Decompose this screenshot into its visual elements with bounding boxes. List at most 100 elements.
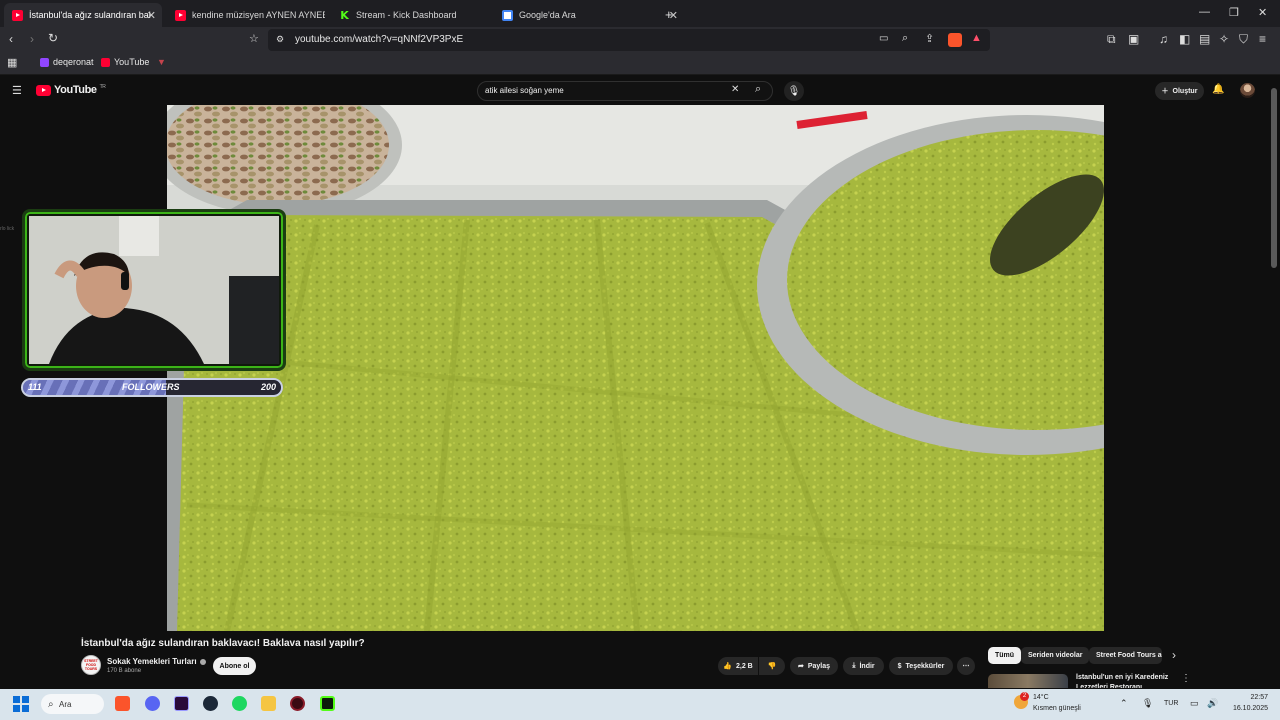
brave-rewards-icon[interactable]: ▲	[971, 32, 982, 44]
chip-all[interactable]: Tümü	[988, 647, 1022, 664]
bookmark-icon[interactable]: ☆	[249, 32, 259, 45]
discord-icon[interactable]	[145, 696, 160, 711]
share-button[interactable]: ➦ Paylaş	[790, 657, 838, 675]
bookmark-label: deqeronat	[53, 57, 94, 67]
tab-google-search[interactable]: Google'da Ara ✕	[494, 3, 684, 27]
followers-label: FOLLOWERS	[122, 382, 180, 392]
windows-start-icon[interactable]	[13, 696, 29, 712]
menu-icon[interactable]: ≡	[1259, 32, 1266, 46]
weather-description[interactable]: Kısmen güneşli	[1033, 705, 1081, 712]
new-tab-button[interactable]: +	[665, 7, 673, 22]
brave-shields-icon[interactable]	[948, 33, 962, 47]
followers-goal-bar: 111 FOLLOWERS 200	[21, 378, 283, 397]
chip-series[interactable]: Seriden videolar	[1021, 647, 1090, 664]
download-icon: ⤓	[852, 662, 856, 669]
channel-avatar[interactable]: STREET FOOD TOURS	[81, 655, 101, 675]
thumbs-down-icon: 👎	[767, 663, 777, 670]
forward-icon[interactable]: ›	[30, 32, 34, 46]
channel-name[interactable]: Sokak Yemekleri Turları	[107, 657, 206, 666]
verified-icon	[199, 658, 206, 665]
obs-icon[interactable]	[290, 696, 305, 711]
logo-region: TR	[99, 84, 106, 90]
volume-icon[interactable]: 🔊	[1207, 698, 1218, 709]
extensions-icon[interactable]: ⧉	[1107, 32, 1116, 47]
display-icon[interactable]: ▭	[1190, 698, 1199, 709]
recommendation-title[interactable]: İstanbul'un en iyi Karedeniz Lezzetleri …	[1076, 673, 1176, 688]
followers-current: 111	[28, 382, 42, 392]
tab-kick-dashboard[interactable]: K Stream - Kick Dashboard	[331, 3, 491, 27]
search-icon[interactable]: ⌕	[755, 83, 761, 96]
like-button[interactable]: 👍 2,2 B	[718, 657, 758, 675]
brave-icon[interactable]	[115, 696, 130, 711]
recommendation-thumbnail[interactable]	[988, 674, 1068, 688]
search-input[interactable]: atik ailesi soğan yeme	[485, 86, 564, 95]
share-icon[interactable]: ⇪	[925, 32, 934, 45]
apps-grid-icon[interactable]: ▦	[7, 56, 17, 69]
youtube-icon	[12, 9, 23, 21]
youtube-icon	[175, 9, 186, 21]
tray-overflow-icon[interactable]: ⌃	[1120, 698, 1128, 709]
music-icon[interactable]: ♫	[1159, 32, 1168, 46]
tab-title: İstanbul'da ağız sulandıran baklav	[29, 10, 151, 20]
microphone-icon[interactable]: 🎙	[1142, 698, 1153, 709]
clear-search-icon[interactable]: ✕	[731, 84, 739, 95]
clock-date[interactable]: 16.10.2025	[1229, 705, 1268, 712]
notifications-bell-icon[interactable]: 🔔	[1212, 84, 1224, 95]
chips-next-icon[interactable]: ›	[1172, 648, 1176, 662]
weather-badge: 2	[1020, 692, 1029, 701]
create-button[interactable]: ＋ Oluştur	[1155, 82, 1204, 100]
file-explorer-icon[interactable]	[261, 696, 276, 711]
tab-baklava-video[interactable]: İstanbul'da ağız sulandıran baklav ✕	[4, 3, 162, 27]
account-avatar[interactable]	[1240, 83, 1255, 98]
bookmark-youtube[interactable]: YouTube	[101, 57, 149, 67]
site-settings-icon[interactable]: ⚙	[276, 34, 284, 45]
taskbar-search[interactable]: ⌕ Ara	[41, 694, 104, 714]
url-text[interactable]: youtube.com/watch?v=qNNf2VP3PxE	[295, 34, 463, 45]
folder-flag-icon[interactable]: ▼	[157, 57, 166, 67]
recommendation-menu-icon[interactable]: ⋮	[1181, 673, 1191, 684]
more-actions-button[interactable]: ⋯	[957, 657, 975, 675]
close-window-icon[interactable]: ✕	[1258, 6, 1267, 19]
tab-title: kendine müzisyen AYNEN AYNEEEN	[192, 10, 325, 20]
dislike-button[interactable]: 👎	[759, 657, 785, 675]
cast-icon[interactable]: ▭	[879, 33, 888, 44]
leo-ai-icon[interactable]: ✧	[1219, 32, 1229, 46]
premiere-icon[interactable]	[174, 696, 189, 711]
screenshot-icon[interactable]: ▣	[1128, 32, 1139, 46]
thanks-button[interactable]: $ Teşekkürler	[889, 657, 953, 675]
voice-search-icon[interactable]: 🎙	[784, 81, 804, 101]
download-label: İndir	[859, 662, 875, 670]
clock-time[interactable]: 22:57	[1246, 694, 1268, 701]
vpn-icon[interactable]: ⛉	[1239, 32, 1248, 47]
download-button[interactable]: ⤓ İndir	[843, 657, 884, 675]
reload-icon[interactable]: ↻	[48, 31, 58, 45]
restore-icon[interactable]: ❐	[1229, 6, 1239, 19]
page-scrollbar[interactable]	[1271, 88, 1277, 268]
tab-title: Google'da Ara	[519, 10, 576, 20]
chip-channel[interactable]: Street Food Tours ad	[1089, 647, 1162, 664]
plus-icon: ＋	[1161, 88, 1169, 95]
back-icon[interactable]: ‹	[9, 32, 13, 46]
subscribe-button[interactable]: Abone ol	[213, 657, 256, 675]
close-tab-icon[interactable]: ✕	[147, 9, 156, 22]
youtube-logo[interactable]: YouTube TR	[36, 84, 106, 96]
weather-temperature[interactable]: 14°C	[1033, 694, 1049, 701]
input-language[interactable]: TUR	[1164, 700, 1178, 707]
zoom-icon[interactable]: ⌕	[902, 32, 908, 45]
tab-muzisyen-video[interactable]: kendine müzisyen AYNEN AYNEEEN	[167, 3, 325, 27]
spotify-icon[interactable]	[232, 696, 247, 711]
wallet-icon[interactable]: ▤	[1199, 32, 1210, 46]
sidebar-icon[interactable]: ◧	[1179, 32, 1190, 46]
search-icon: ⌕	[48, 698, 54, 710]
minimize-icon[interactable]: —	[1199, 6, 1210, 18]
video-player[interactable]	[167, 105, 1104, 631]
steam-icon[interactable]	[203, 696, 218, 711]
webcam-feed	[29, 216, 279, 364]
hamburger-menu-icon[interactable]: ☰	[12, 84, 22, 97]
video-frame	[167, 105, 1104, 631]
thanks-icon: $	[897, 662, 902, 670]
bookmark-deqeronat[interactable]: deqeronat	[40, 57, 94, 67]
kick-app-icon[interactable]	[320, 696, 335, 711]
channel-name-text: Sokak Yemekleri Turları	[107, 657, 197, 666]
thumbs-up-icon: 👍	[723, 663, 732, 670]
